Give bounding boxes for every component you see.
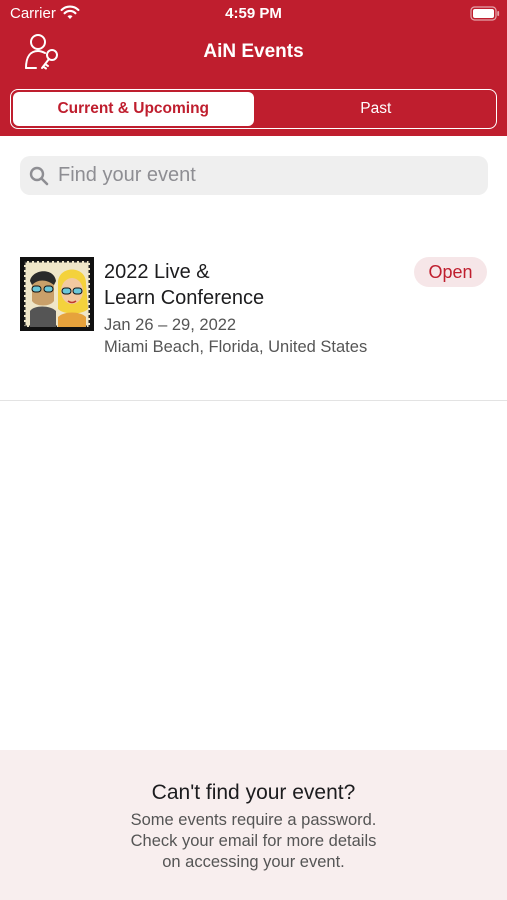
tab-past[interactable]: Past	[256, 90, 497, 128]
footer-line: Check your email for more details	[130, 832, 377, 850]
search-bar	[20, 156, 488, 195]
search-input[interactable]	[58, 156, 478, 195]
battery-icon	[470, 6, 500, 21]
status-time: 4:59 PM	[225, 5, 282, 22]
tab-current-upcoming[interactable]: Current & Upcoming	[13, 92, 254, 126]
status-bar: Carrier 4:59 PM	[0, 0, 507, 28]
event-dates: Jan 26 – 29, 2022	[104, 316, 237, 334]
footer-body: Some events require a password. Check yo…	[0, 810, 507, 873]
event-location: Miami Beach, Florida, United States	[104, 338, 368, 356]
help-footer: Can't find your event? Some events requi…	[0, 750, 507, 900]
page-title: AiN Events	[203, 41, 304, 62]
footer-title: Can't find your event?	[151, 781, 356, 804]
event-list-item[interactable]: 2022 Live & Learn Conference Jan 26 – 29…	[0, 240, 507, 401]
footer-line: on accessing your event.	[162, 853, 345, 871]
event-title-line-2: Learn Conference	[104, 287, 265, 309]
event-title: 2022 Live & Learn Conference	[104, 259, 364, 311]
segmented-control: Current & Upcoming Past	[10, 89, 497, 129]
footer-line: Some events require a password.	[130, 811, 377, 829]
search-icon	[29, 166, 49, 186]
status-badge: Open	[414, 257, 487, 287]
event-thumbnail	[20, 257, 94, 331]
app-header: Carrier 4:59 PM AiN Events Current & Upc…	[0, 0, 507, 136]
event-title-line-1: 2022 Live &	[104, 261, 210, 283]
event-image	[22, 259, 92, 329]
